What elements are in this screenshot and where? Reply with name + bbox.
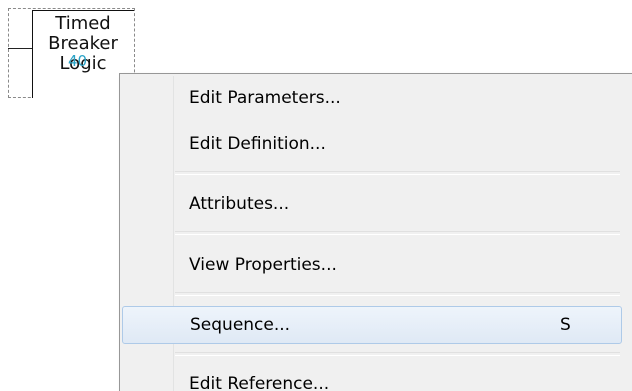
menu-item-label: View Properties... (189, 255, 337, 275)
menu-item-label: Sequence... (190, 315, 291, 335)
workspace-canvas: Timed Breaker Logic 40 Edit Parameters..… (0, 0, 632, 391)
menu-item-label: Edit Reference... (189, 374, 330, 391)
context-menu: Edit Parameters... Edit Definition... At… (119, 73, 632, 391)
menu-separator (175, 171, 620, 175)
menu-separator (175, 292, 620, 296)
menu-separator (175, 352, 620, 356)
block-sequence-number: 40 (68, 52, 88, 70)
menu-separator (175, 231, 620, 235)
menu-item-shortcut: S (560, 315, 571, 335)
menu-item-sequence[interactable]: Sequence... S (122, 306, 622, 344)
block-label-line-2: Breaker (48, 33, 118, 54)
menu-item-edit-reference[interactable]: Edit Reference... (122, 366, 622, 391)
menu-item-label: Edit Definition... (189, 134, 326, 154)
menu-item-attributes[interactable]: Attributes... (122, 186, 622, 224)
input-wire (8, 48, 32, 49)
menu-item-label: Edit Parameters... (189, 88, 341, 108)
menu-item-view-properties[interactable]: View Properties... (122, 247, 622, 285)
block-label-line-1: Timed (55, 13, 111, 34)
menu-item-edit-parameters[interactable]: Edit Parameters... (122, 80, 622, 118)
menu-item-label: Attributes... (189, 194, 290, 214)
menu-item-edit-definition[interactable]: Edit Definition... (122, 126, 622, 164)
